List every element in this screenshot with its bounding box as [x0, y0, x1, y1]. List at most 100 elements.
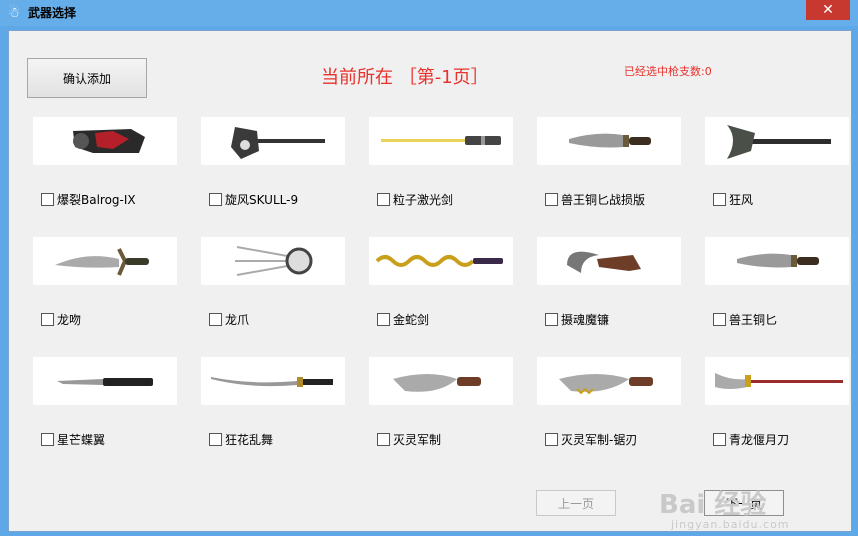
weapon-select-panel: 确认添加 当前所在 ［第-1页］ 已经选中枪支数:0 爆裂Balrog-IX 旋风… — [8, 30, 852, 532]
prev-page-button[interactable]: 上一页 — [536, 490, 616, 516]
page-indicator: 当前所在 ［第-1页］ — [321, 67, 489, 88]
weapon-label: 灭灵军制-锯刃 — [561, 433, 638, 447]
weapon-checkbox[interactable]: 兽王铜匕 — [713, 311, 777, 328]
weapon-thumbnail — [537, 237, 681, 285]
checkbox-box[interactable] — [545, 433, 558, 446]
weapon-thumbnail — [705, 117, 849, 165]
checkbox-box[interactable] — [41, 313, 54, 326]
weapon-item: 狂风 — [705, 117, 855, 227]
checkbox-box[interactable] — [41, 193, 54, 206]
weapon-item: 星芒蝶翼 — [33, 357, 183, 467]
weapon-item: 金蛇剑 — [369, 237, 519, 347]
checkbox-box[interactable] — [713, 193, 726, 206]
cs-app-icon: ☃ — [7, 5, 21, 21]
serrated-kukri-icon — [559, 374, 653, 395]
weapon-label: 龙爪 — [225, 313, 250, 327]
weapon-label: 狂风 — [729, 193, 754, 207]
weapon-item: 爆裂Balrog-IX — [33, 117, 183, 227]
weapon-thumbnail — [33, 237, 177, 285]
weapon-thumbnail — [537, 117, 681, 165]
weapon-item: 青龙偃月刀 — [705, 357, 855, 467]
weapon-label: 旋风SKULL-9 — [225, 193, 299, 207]
checkbox-box[interactable] — [545, 313, 558, 326]
weapon-item: 灭灵军制 — [369, 357, 519, 467]
weapon-label: 龙吻 — [57, 313, 82, 327]
weapon-item: 兽王铜匕战损版 — [537, 117, 687, 227]
weapon-checkbox[interactable]: 摄魂魔镰 — [545, 311, 609, 328]
weapon-label: 兽王铜匕 — [729, 313, 778, 327]
laser-sword-icon — [381, 136, 501, 145]
weapon-item: 灭灵军制-锯刃 — [537, 357, 687, 467]
watermark-url: jingyan.baidu.com — [671, 518, 790, 531]
baidu-watermark: Bai 经验 jingyan.baidu.com — [659, 491, 790, 531]
weapon-checkbox[interactable]: 青龙偃月刀 — [713, 431, 789, 448]
weapon-checkbox[interactable]: 狂花乱舞 — [209, 431, 273, 448]
weapon-thumbnail — [201, 357, 345, 405]
balrog-gauntlet-icon — [73, 129, 145, 153]
weapon-checkbox[interactable]: 灭灵军制 — [377, 431, 441, 448]
checkbox-box[interactable] — [545, 193, 558, 206]
weapon-label: 金蛇剑 — [393, 313, 430, 327]
checkbox-box[interactable] — [209, 193, 222, 206]
weapon-thumbnail — [201, 117, 345, 165]
battle-axe-icon — [727, 125, 831, 159]
weapon-item: 狂花乱舞 — [201, 357, 351, 467]
window-title: 武器选择 — [28, 6, 77, 20]
weapon-checkbox[interactable]: 星芒蝶翼 — [41, 431, 105, 448]
selected-count: 已经选中枪支数:0 — [624, 65, 712, 78]
weapon-checkbox[interactable]: 兽王铜匕战损版 — [545, 191, 645, 208]
weapon-label: 粒子激光剑 — [393, 193, 454, 207]
checkbox-box[interactable] — [41, 433, 54, 446]
weapon-item: 粒子激光剑 — [369, 117, 519, 227]
checkbox-box[interactable] — [209, 433, 222, 446]
kukri-icon — [393, 374, 481, 392]
weapon-checkbox[interactable]: 旋风SKULL-9 — [209, 191, 298, 208]
weapon-item: 摄魂魔镰 — [537, 237, 687, 347]
checkbox-box[interactable] — [377, 433, 390, 446]
weapon-item: 龙爪 — [201, 237, 351, 347]
weapon-thumbnail — [201, 237, 345, 285]
weapon-thumbnail — [369, 237, 513, 285]
weapon-checkbox[interactable]: 灭灵军制-锯刃 — [545, 431, 637, 448]
weapon-checkbox[interactable]: 金蛇剑 — [377, 311, 429, 328]
weapon-item: 龙吻 — [33, 237, 183, 347]
butterfly-knife-icon — [57, 378, 153, 386]
weapon-checkbox[interactable]: 粒子激光剑 — [377, 191, 453, 208]
weapon-thumbnail — [33, 357, 177, 405]
weapon-thumbnail — [705, 357, 849, 405]
weapon-thumbnail — [33, 117, 177, 165]
dragon-dagger-icon — [55, 248, 149, 276]
katana-icon — [211, 377, 333, 387]
weapon-item: 旋风SKULL-9 — [201, 117, 351, 227]
weapon-label: 星芒蝶翼 — [57, 433, 106, 447]
checkbox-box[interactable] — [713, 433, 726, 446]
knife-icon — [569, 133, 651, 148]
title-bar: ☃ 武器选择 ✕ — [0, 0, 858, 26]
skull-axe-icon — [231, 127, 325, 159]
weapon-checkbox[interactable]: 狂风 — [713, 191, 753, 208]
glaive-icon — [715, 373, 843, 389]
weapon-label: 狂花乱舞 — [225, 433, 274, 447]
checkbox-box[interactable] — [713, 313, 726, 326]
weapon-label: 青龙偃月刀 — [729, 433, 790, 447]
weapon-thumbnail — [369, 117, 513, 165]
knife-icon — [737, 253, 819, 268]
weapon-label: 兽王铜匕战损版 — [561, 193, 646, 207]
checkbox-box[interactable] — [377, 193, 390, 206]
checkbox-box[interactable] — [209, 313, 222, 326]
weapon-checkbox[interactable]: 爆裂Balrog-IX — [41, 191, 136, 208]
claw-icon — [235, 246, 313, 276]
checkbox-box[interactable] — [377, 313, 390, 326]
weapon-thumbnail — [369, 357, 513, 405]
confirm-add-button[interactable]: 确认添加 — [27, 58, 147, 98]
weapon-item: 兽王铜匕 — [705, 237, 855, 347]
weapon-checkbox[interactable]: 龙爪 — [209, 311, 249, 328]
weapon-thumbnail — [705, 237, 849, 285]
weapon-thumbnail — [537, 357, 681, 405]
close-button[interactable]: ✕ — [806, 0, 850, 20]
weapon-label: 爆裂Balrog-IX — [57, 193, 136, 207]
weapon-label: 灭灵军制 — [393, 433, 442, 447]
golden-snake-sword-icon — [375, 255, 503, 267]
watermark-text: Bai 经验 — [659, 490, 767, 520]
weapon-checkbox[interactable]: 龙吻 — [41, 311, 81, 328]
